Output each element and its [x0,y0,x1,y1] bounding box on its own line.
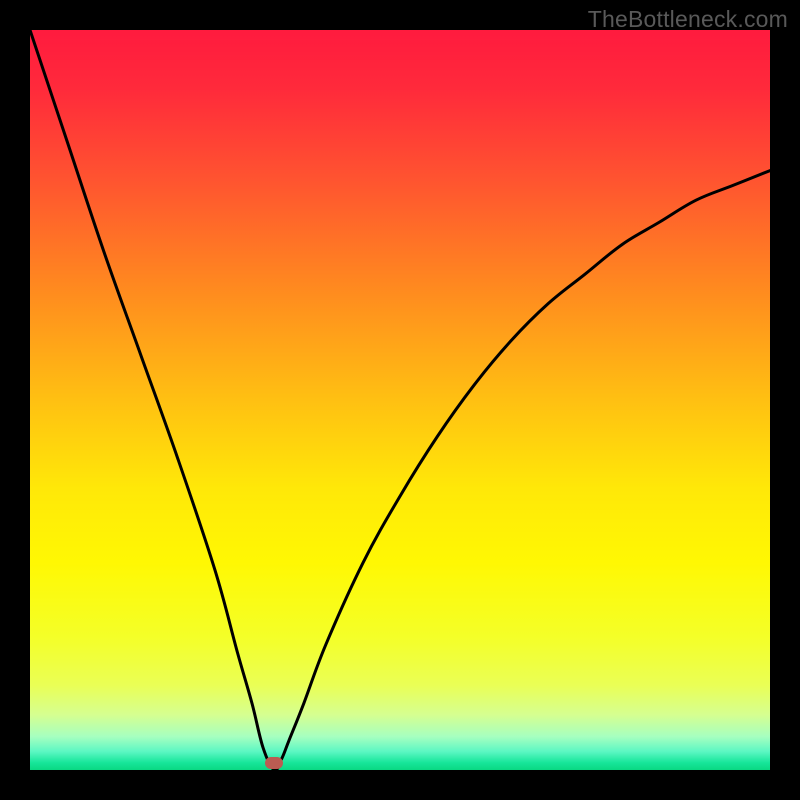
plot-area [30,30,770,770]
chart-frame: TheBottleneck.com [0,0,800,800]
curve-layer [30,30,770,770]
watermark-text: TheBottleneck.com [588,6,788,33]
optimal-point-marker [265,757,283,769]
bottleneck-curve [30,30,770,770]
